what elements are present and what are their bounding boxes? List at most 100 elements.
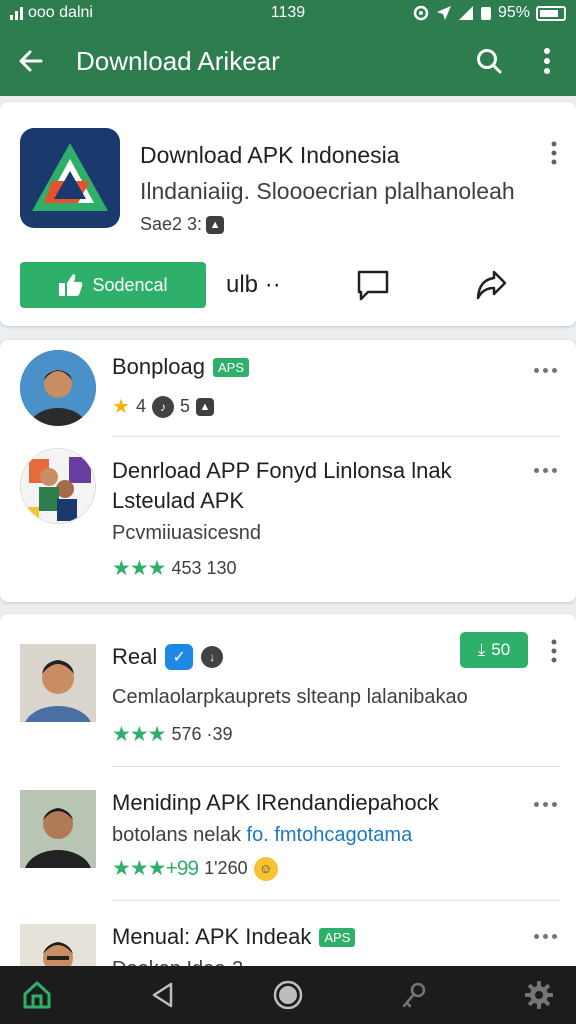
home-icon	[23, 981, 51, 1009]
app-title-text: Menual: APK Indeak	[112, 924, 312, 949]
app-meta: Sae2 3: ▲	[140, 214, 225, 235]
app-bar: Download Arikear	[0, 26, 576, 96]
app-title: Denrload APP Fonyd Linlonsa lnak	[112, 458, 452, 483]
rating-stars: ★★★	[112, 557, 166, 580]
signal-icon	[10, 6, 23, 20]
page-title: Download Arikear	[76, 45, 280, 76]
app-title-text: Bonploag	[112, 354, 205, 379]
app-tag: APS	[212, 357, 249, 377]
more-vert-icon	[551, 141, 557, 165]
rating-value: 1'260	[204, 858, 248, 878]
app-link[interactable]: fo. fmtohcagotama	[247, 824, 413, 846]
more-options-button[interactable]	[530, 458, 560, 482]
more-options-button[interactable]	[518, 26, 576, 96]
app-developer: Pcvmiiuasicesnd	[112, 522, 261, 544]
verified-icon: ✓	[165, 644, 194, 670]
content-rating-icon: ▲	[195, 397, 214, 416]
app-logo	[20, 128, 120, 228]
notification-icon	[480, 7, 491, 20]
gear-icon	[525, 981, 553, 1009]
rating-value: 453 130	[171, 558, 237, 578]
app-more-button[interactable]	[542, 634, 566, 668]
get-button[interactable]: ⤓ 50	[460, 632, 528, 668]
list-item[interactable]: Menual: APK Indeak APS Dookan Ideo-3	[0, 900, 576, 974]
rating-extra: 5	[179, 396, 190, 416]
install-button[interactable]: Sodencal	[20, 262, 206, 308]
get-button-label: 50	[491, 640, 511, 659]
app-list-card-2: Real ✓ ↓ Cemlaolarpkauprets slteanp lala…	[0, 614, 576, 974]
nav-home-button[interactable]	[20, 978, 54, 1012]
app-title: Bonploag APS	[112, 354, 249, 380]
more-options-button[interactable]	[530, 792, 560, 816]
avatar-image	[20, 790, 96, 868]
location-icon	[436, 6, 451, 20]
hero-extra-action[interactable]: ulb ··	[226, 262, 281, 308]
download-icon: ⤓	[477, 640, 486, 659]
rating: ★★★ 576 ·39	[112, 722, 233, 747]
thumbs-up-icon	[59, 274, 83, 296]
rating: ★★★ 453 130	[112, 556, 237, 581]
avatar-image	[21, 449, 95, 523]
avatar	[20, 644, 96, 722]
avatar	[20, 790, 96, 868]
list-item[interactable]: Denrload APP Fonyd Linlonsa lnak Lsteula…	[0, 436, 576, 602]
app-subtitle: botolans nelak fo. fmtohcagotama	[112, 824, 412, 847]
status-bar: ooo dalni 1139 95%	[0, 0, 576, 26]
app-tag: APS	[319, 927, 356, 947]
star-icon: ★	[112, 396, 130, 418]
content-rating-icon: ▲	[206, 215, 225, 234]
carrier-label: ooo dalni	[28, 4, 93, 21]
app-more-button[interactable]	[542, 136, 566, 170]
share-icon	[476, 270, 507, 300]
battery-percent: 95%	[497, 4, 530, 21]
back-arrow-icon	[19, 50, 43, 72]
rating-value: 4	[135, 396, 146, 416]
app-title: Menual: APK Indeak APS	[112, 924, 356, 950]
nav-back-button[interactable]	[146, 978, 180, 1012]
app-title[interactable]: Download APK Indonesia	[140, 142, 400, 169]
comment-button[interactable]	[356, 262, 390, 308]
app-logo-icon	[32, 143, 108, 211]
nav-key-button[interactable]	[397, 978, 431, 1012]
rating: ★★★+99 1'260 ☺	[112, 856, 278, 881]
battery-icon	[536, 5, 566, 21]
more-vert-icon	[551, 639, 557, 663]
nav-center-button[interactable]	[271, 978, 305, 1012]
key-icon	[402, 982, 425, 1008]
app-meta-text: Sae2 3:	[140, 214, 203, 234]
share-button[interactable]	[474, 262, 508, 308]
app-subtitle: Lsteulad APK	[112, 488, 245, 513]
app-title: Menidinp APK lRendandiepahock	[112, 790, 439, 815]
home-circle-icon	[273, 980, 303, 1010]
list-item[interactable]: Real ✓ ↓ Cemlaolarpkauprets slteanp lala…	[0, 614, 576, 764]
app-list-card-1: Bonploag APS ★ 4 ♪ 5 ▲ Denrload APP Fony…	[0, 340, 576, 602]
back-triangle-icon	[152, 982, 172, 1008]
app-title: Real ✓ ↓	[112, 644, 224, 670]
search-icon	[477, 49, 502, 74]
back-button[interactable]	[0, 26, 62, 96]
download-circle-icon: ↓	[201, 646, 224, 668]
list-item[interactable]: Bonploag APS ★ 4 ♪ 5 ▲	[0, 340, 576, 436]
smile-emoji-icon: ☺	[253, 856, 278, 881]
rating-stars: ★★★+99	[112, 857, 199, 880]
rating: ★ 4 ♪ 5 ▲	[112, 394, 214, 419]
search-button[interactable]	[460, 26, 518, 96]
app-subtitle: Cemlaolarpkauprets slteanp lalanibakao	[112, 686, 468, 708]
wifi-signal-icon	[458, 6, 473, 20]
rating-value: 576 ·39	[171, 724, 233, 744]
avatar	[20, 448, 96, 524]
music-icon: ♪	[151, 395, 174, 418]
avatar-image	[20, 350, 96, 426]
more-options-button[interactable]	[530, 924, 560, 948]
app-subtitle: Ilndaniaiig. Sloooecrian plalhanoleah	[140, 178, 515, 204]
more-options-button[interactable]	[530, 358, 560, 382]
featured-app-card: Download APK Indonesia Ilndaniaiig. Sloo…	[0, 102, 576, 326]
avatar	[20, 350, 96, 426]
install-button-label: Sodencal	[92, 274, 168, 295]
system-nav-bar	[0, 966, 576, 1024]
nav-settings-button[interactable]	[522, 978, 556, 1012]
list-item[interactable]: Menidinp APK lRendandiepahock botolans n…	[0, 766, 576, 900]
avatar-image	[20, 644, 96, 722]
rating-stars: ★★★	[112, 723, 166, 746]
hero-action-text: ulb ··	[226, 271, 281, 298]
